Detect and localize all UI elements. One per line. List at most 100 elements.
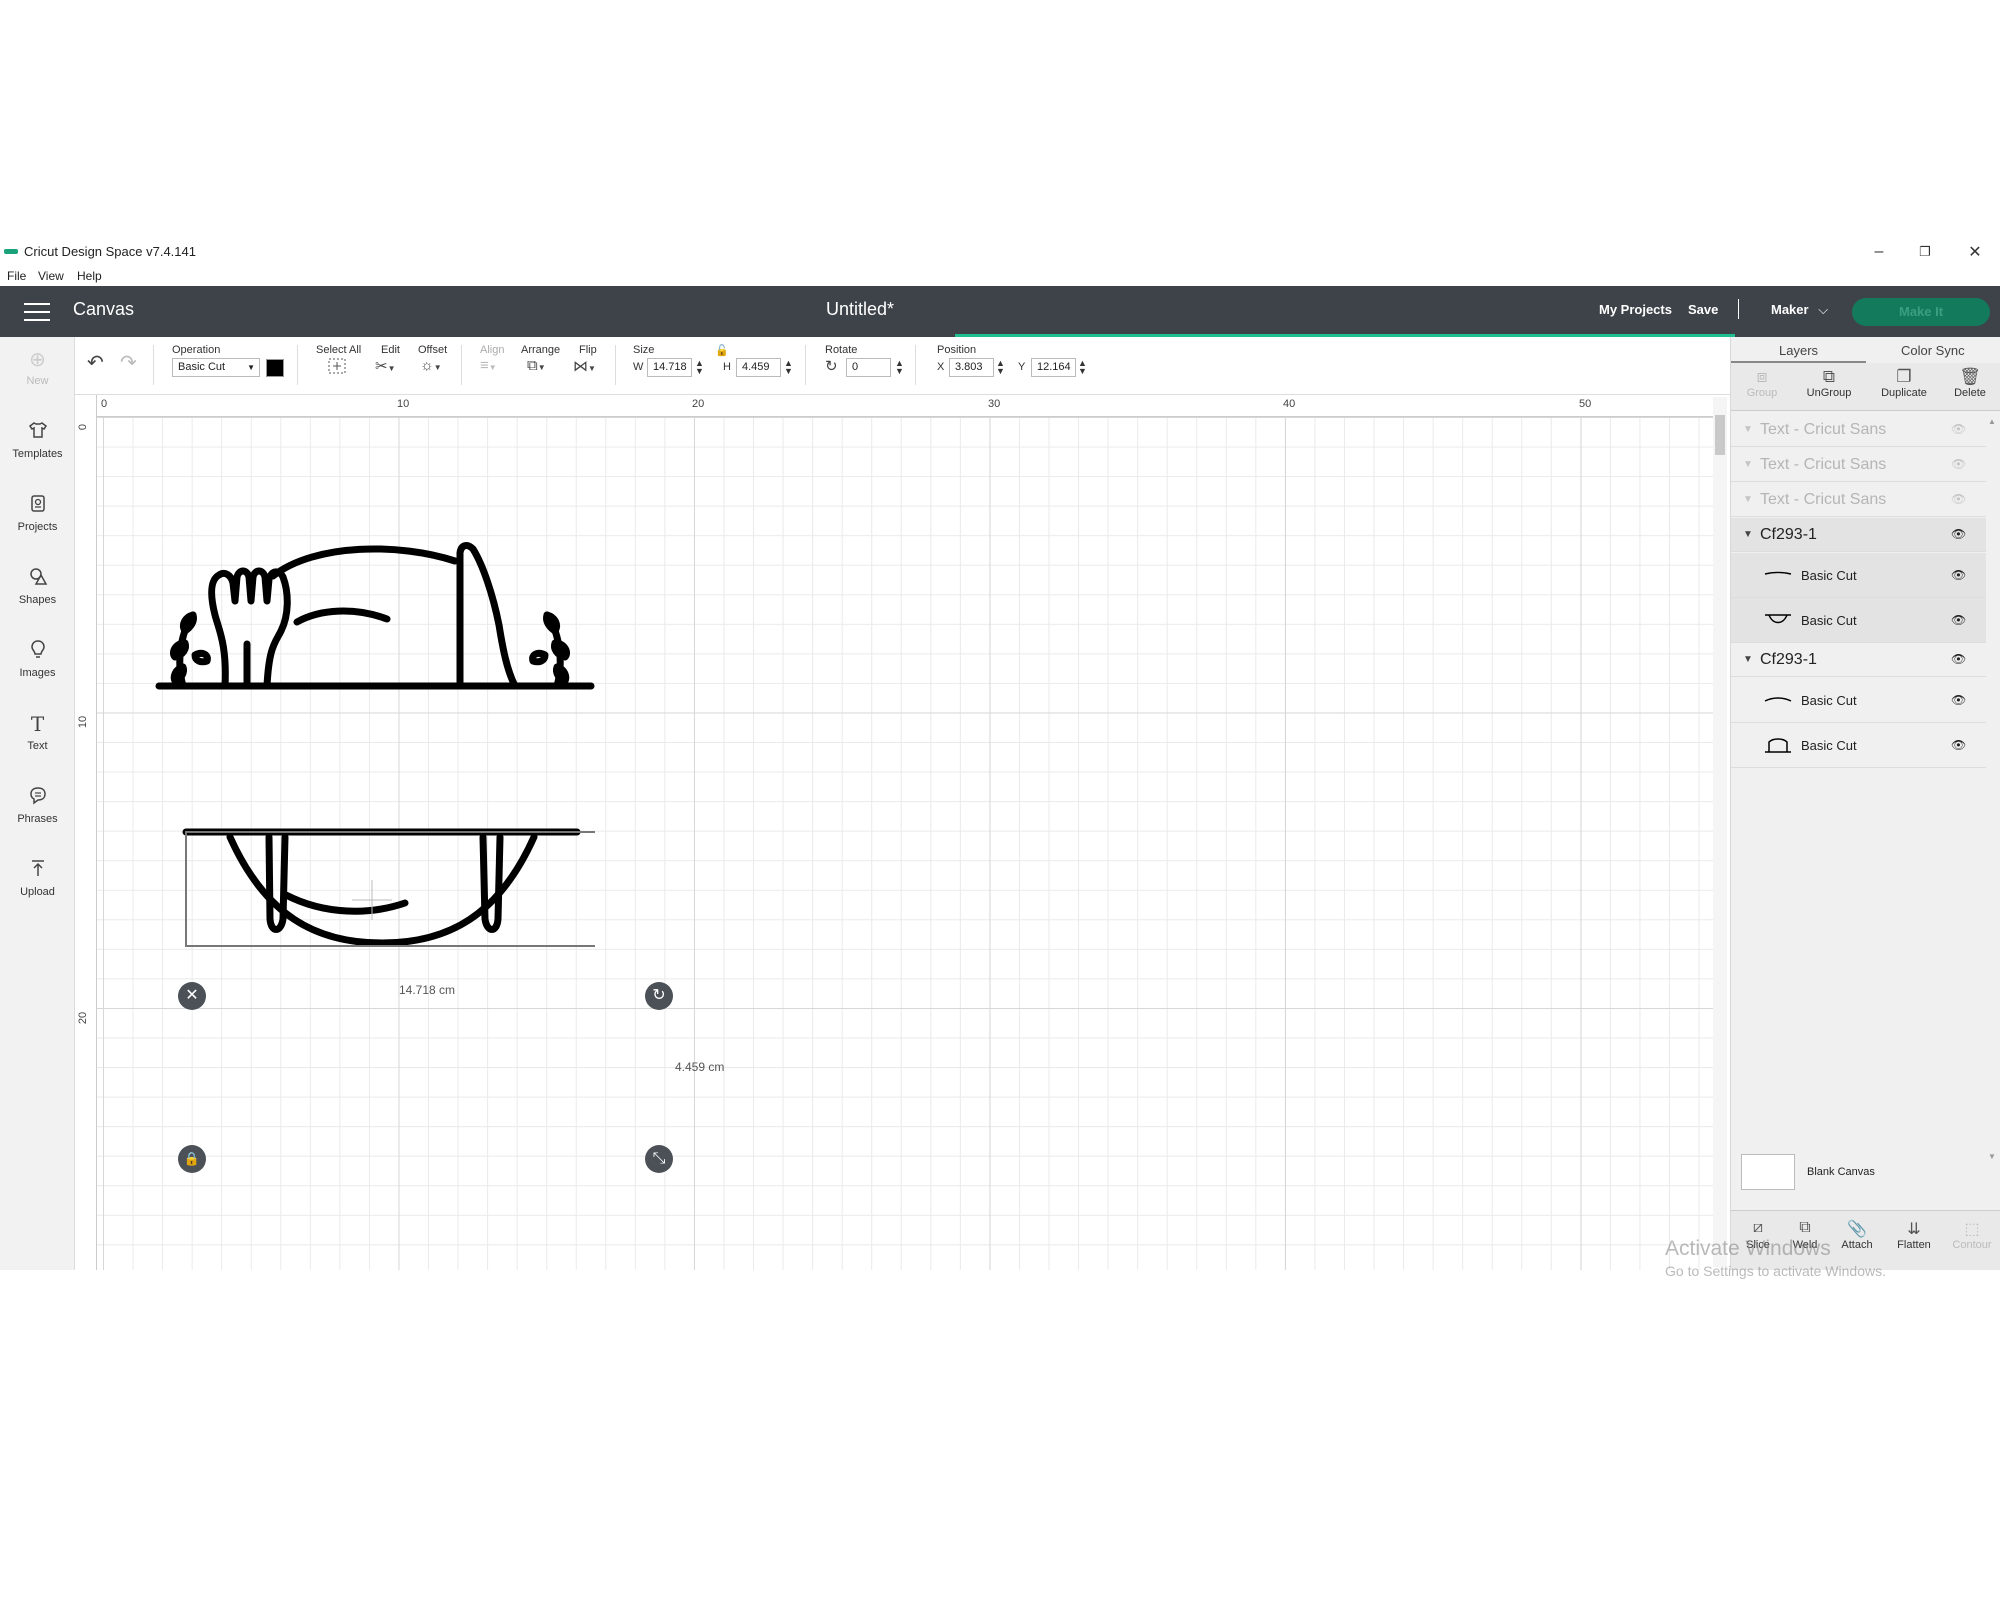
flip-icon[interactable]: ⋈▼ [573,357,596,375]
layers-scrollbar[interactable]: ▲ ▼ [1988,417,2000,1161]
menu-view[interactable]: View [38,269,64,283]
eye-icon[interactable]: 👁 [1951,568,1966,582]
expand-arrow-icon[interactable]: ▼ [1743,459,1753,470]
canvas-swatch[interactable] [1741,1154,1795,1190]
menu-file[interactable]: File [7,269,26,283]
operation-color-swatch[interactable] [266,359,284,377]
layer-row[interactable]: ▼ Text - Cricut Sans 👁 [1731,483,1986,517]
sublayer-name: Basic Cut [1801,568,1857,583]
group-label: Group [1746,387,1778,399]
x-stepper[interactable]: ▲ ▼ [996,359,1005,376]
sublayer-row[interactable]: Basic Cut 👁 [1731,678,1986,723]
restore-button[interactable]: ❐ [1902,237,1948,267]
place-setting-design[interactable] [155,505,595,690]
nav-images[interactable]: Images [0,639,75,679]
rotate-input[interactable]: 0 [846,358,891,377]
nav-phrases[interactable]: Phrases [0,785,75,825]
blank-canvas-row[interactable]: Blank Canvas [1731,1147,2000,1197]
weld-icon: ⧉ [1799,1219,1811,1236]
ungroup-button[interactable]: ⧉ UnGroup [1798,367,1860,399]
eye-icon[interactable]: 👁 [1951,652,1966,666]
width-stepper[interactable]: ▲ ▼ [695,359,704,376]
contour-button[interactable]: ⬚ Contour [1945,1219,1999,1251]
undo-icon[interactable]: ↶ [87,350,104,375]
width-label: W [633,361,644,373]
group-button[interactable]: ⧈ Group [1731,367,1793,399]
height-input[interactable]: 4.459 [736,358,781,377]
resize-handle-icon[interactable]: ⤡ [645,1145,673,1173]
width-input[interactable]: 14.718 [647,358,692,377]
activate-windows-watermark: Activate Windows Go to Settings to activ… [1665,1237,1886,1279]
nav-upload-label: Upload [20,886,55,898]
nav-templates[interactable]: Templates [0,420,75,460]
my-projects-link[interactable]: My Projects [1599,302,1672,317]
align-icon[interactable]: ≡▼ [480,357,497,374]
nav-new-label: New [26,375,49,387]
layer-group-row[interactable]: ▼ Cf293-1 👁 [1731,518,1986,552]
operation-select[interactable]: Basic Cut ▼ [172,358,260,377]
menubar: File View Help [0,267,2000,286]
menu-help[interactable]: Help [77,269,102,283]
eye-icon[interactable]: 👁 [1951,738,1966,752]
minimize-button[interactable]: – [1856,237,1902,267]
layer-row[interactable]: ▼ Text - Cricut Sans 👁 [1731,448,1986,482]
eye-icon[interactable]: 👁 [1951,613,1966,627]
eye-icon[interactable]: 👁 [1951,492,1966,506]
lock-icon[interactable]: 🔓 [715,344,729,357]
design-canvas[interactable]: 0 10 20 30 40 50 0 10 20 ✕ ↻ 🔒 ⤡ 14.718 … [75,395,1715,1270]
group-icon: ⧈ [1756,367,1768,386]
left-nav: ⊕ New Templates Projects Shapes Images T… [0,337,75,1270]
rotate-stepper[interactable]: ▲ ▼ [895,359,904,376]
lock-handle-icon[interactable]: 🔒 [178,1145,206,1173]
eye-icon[interactable]: 👁 [1951,527,1966,541]
layer-name: Text - Cricut Sans [1760,491,1887,508]
expand-arrow-icon[interactable]: ▼ [1743,424,1753,435]
layer-group-row[interactable]: ▼ Cf293-1 👁 [1731,643,1986,677]
y-stepper[interactable]: ▲ ▼ [1078,359,1087,376]
delete-button[interactable]: 🗑 Delete [1939,367,2000,399]
height-stepper[interactable]: ▲ ▼ [784,359,793,376]
selection-height-label: 4.459 cm [675,1060,725,1074]
layer-thumbnail [1764,697,1792,702]
delete-handle-icon[interactable]: ✕ [178,982,206,1010]
expand-arrow-icon[interactable]: ▼ [1743,529,1753,540]
rotate-handle-icon[interactable]: ↻ [645,982,673,1010]
sublayer-row[interactable]: Basic Cut 👁 [1731,723,1986,768]
offset-icon[interactable]: ☼▼ [420,357,442,374]
flatten-button[interactable]: ⇊ Flatten [1887,1219,1941,1251]
eye-icon[interactable]: 👁 [1951,457,1966,471]
save-button[interactable]: Save [1688,302,1718,317]
ungroup-icon: ⧉ [1822,367,1836,386]
duplicate-button[interactable]: ❐ Duplicate [1873,367,1935,399]
scroll-up-icon[interactable]: ▲ [1988,417,2000,426]
expand-arrow-icon[interactable]: ▼ [1743,654,1753,665]
arrange-icon[interactable]: ⧉▼ [527,357,546,374]
eye-icon[interactable]: 👁 [1951,693,1966,707]
sublayer-row[interactable]: Basic Cut 👁 [1731,553,1986,598]
y-input[interactable]: 12.164 [1031,358,1076,377]
expand-arrow-icon[interactable]: ▼ [1743,494,1753,505]
nav-upload[interactable]: Upload [0,858,75,898]
scrollbar-thumb[interactable] [1715,415,1725,455]
layer-row[interactable]: ▼ Text - Cricut Sans 👁 [1731,413,1986,447]
sublayer-row[interactable]: Basic Cut 👁 [1731,598,1986,643]
make-it-button[interactable]: Make It [1852,298,1990,326]
machine-selector[interactable]: Maker ⌵ [1771,302,1828,318]
select-all-icon[interactable] [327,357,347,379]
nav-text[interactable]: T Text [0,712,75,752]
bowl-design-selected[interactable] [155,815,595,975]
layer-thumbnail [1765,738,1791,753]
tab-layers[interactable]: Layers [1779,343,1818,358]
eye-icon[interactable]: 👁 [1951,422,1966,436]
tab-color-sync[interactable]: Color Sync [1901,343,1965,358]
x-input[interactable]: 3.803 [949,358,994,377]
group-name: Cf293-1 [1760,526,1817,543]
chevron-down-icon: ⌵ [1818,302,1829,317]
close-window-button[interactable]: ✕ [1952,237,1998,267]
nav-shapes[interactable]: Shapes [0,566,75,606]
edit-scissors-icon[interactable]: ✂▼ [375,357,396,375]
nav-projects[interactable]: Projects [0,493,75,533]
canvas-vertical-scrollbar[interactable] [1713,397,1727,1267]
redo-icon[interactable]: ↷ [120,350,137,375]
nav-new[interactable]: ⊕ New [0,347,75,387]
